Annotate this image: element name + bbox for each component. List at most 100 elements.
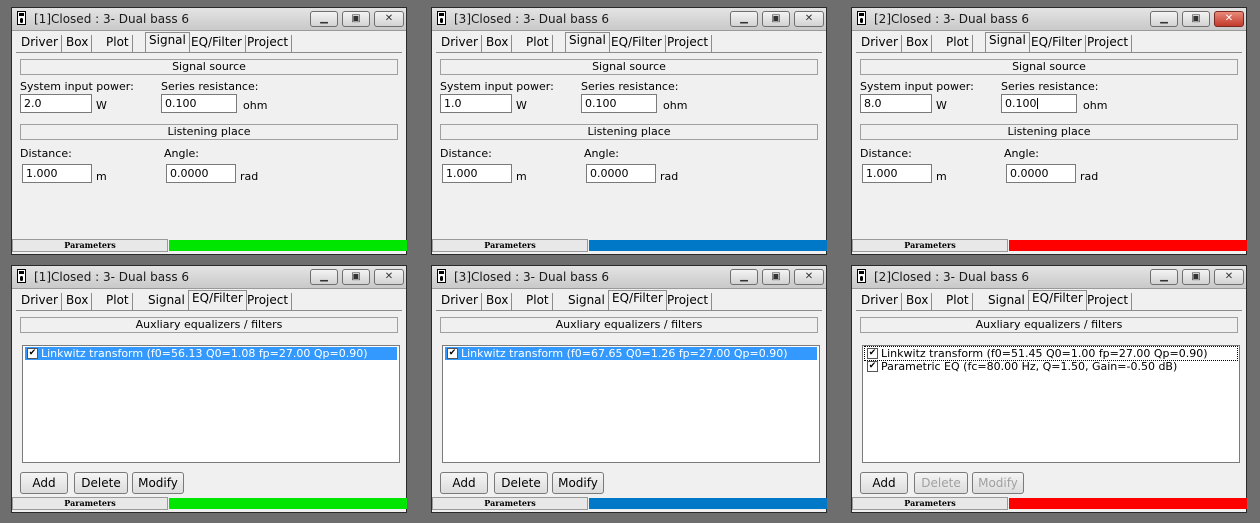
series-resistance-label: Series resistance: — [1001, 80, 1099, 93]
tab-plot[interactable]: Plot — [943, 35, 973, 52]
tab-project[interactable]: Project — [1084, 293, 1133, 310]
add-button[interactable]: Add — [860, 472, 908, 494]
tab-project[interactable]: Project — [1084, 35, 1133, 52]
tab-driver[interactable]: Driver — [18, 35, 62, 52]
distance-input[interactable]: 1.000 — [862, 164, 932, 183]
tab-box[interactable]: Box — [903, 293, 933, 310]
close-button[interactable]: ✕ — [1214, 11, 1244, 27]
parameters-label: Parameters — [432, 497, 588, 510]
tab-signal[interactable]: Signal — [565, 32, 610, 53]
tab-signal[interactable]: Signal — [985, 293, 1029, 310]
tab-signal[interactable]: Signal — [145, 32, 190, 53]
maximize-button[interactable]: ▣ — [1182, 269, 1210, 285]
tab-box[interactable]: Box — [903, 35, 933, 52]
filter-list[interactable]: ✔ Linkwitz transform (f0=67.65 Q0=1.26 f… — [442, 345, 820, 463]
app-icon — [17, 269, 26, 283]
tab-driver[interactable]: Driver — [858, 35, 902, 52]
title-bar[interactable]: [1]Closed : 3- Dual bass 6 ▁ ▣ ✕ — [12, 266, 406, 289]
modify-button[interactable]: Modify — [972, 472, 1024, 494]
minimize-button[interactable]: ▁ — [1150, 269, 1178, 285]
tab-eq-filter[interactable]: EQ/Filter — [608, 35, 666, 52]
tab-driver[interactable]: Driver — [438, 293, 482, 310]
add-button[interactable]: Add — [440, 472, 488, 494]
window-title: [3]Closed : 3- Dual bass 6 — [454, 12, 610, 26]
filter-list[interactable]: ✔ Linkwitz transform (f0=51.45 Q0=1.00 f… — [862, 345, 1240, 463]
angle-input[interactable]: 0.0000 — [1006, 164, 1076, 183]
tab-project[interactable]: Project — [244, 293, 293, 310]
list-item[interactable]: ✔ Linkwitz transform (f0=67.65 Q0=1.26 f… — [445, 347, 817, 360]
delete-button[interactable]: Delete — [914, 472, 968, 494]
tab-plot[interactable]: Plot — [523, 293, 553, 310]
eq-window-1: [1]Closed : 3- Dual bass 6 ▁ ▣ ✕ Driver … — [11, 265, 407, 513]
minimize-button[interactable]: ▁ — [730, 269, 758, 285]
series-resistance-input[interactable]: 0.100 — [581, 94, 657, 113]
series-resistance-input[interactable]: 0.100 — [1001, 94, 1077, 113]
checkbox[interactable]: ✔ — [447, 348, 458, 359]
distance-input[interactable]: 1.000 — [442, 164, 512, 183]
title-bar[interactable]: [2]Closed : 3- Dual bass 6 ▁ ▣ ✕ — [852, 8, 1246, 31]
tab-eq-filter[interactable]: EQ/Filter — [608, 290, 667, 311]
minimize-button[interactable]: ▁ — [1150, 11, 1178, 27]
system-input-power-input[interactable]: 1.0 — [440, 94, 512, 113]
tab-eq-filter[interactable]: EQ/Filter — [188, 35, 246, 52]
tab-eq-filter[interactable]: EQ/Filter — [1028, 35, 1086, 52]
tab-project[interactable]: Project — [664, 35, 713, 52]
tab-driver[interactable]: Driver — [18, 293, 62, 310]
title-bar[interactable]: [3]Closed : 3- Dual bass 6 ▁ ▣ ✕ — [432, 8, 826, 31]
tab-box[interactable]: Box — [483, 293, 513, 310]
minimize-icon: ▁ — [740, 13, 748, 24]
modify-button[interactable]: Modify — [552, 472, 604, 494]
maximize-button[interactable]: ▣ — [342, 11, 370, 27]
title-bar[interactable]: [3]Closed : 3- Dual bass 6 ▁ ▣ ✕ — [432, 266, 826, 289]
tab-box[interactable]: Box — [63, 35, 93, 52]
system-input-power-input[interactable]: 2.0 — [20, 94, 92, 113]
close-button[interactable]: ✕ — [374, 11, 404, 27]
modify-button[interactable]: Modify — [132, 472, 184, 494]
aux-equalizers-header: Auxliary equalizers / filters — [20, 317, 398, 333]
tab-eq-filter[interactable]: EQ/Filter — [1028, 290, 1087, 311]
tab-signal[interactable]: Signal — [565, 293, 609, 310]
tab-driver[interactable]: Driver — [858, 293, 902, 310]
delete-button[interactable]: Delete — [494, 472, 548, 494]
close-button[interactable]: ✕ — [374, 269, 404, 285]
tab-box[interactable]: Box — [483, 35, 513, 52]
status-color-bar — [589, 240, 827, 251]
close-button[interactable]: ✕ — [794, 269, 824, 285]
tab-driver[interactable]: Driver — [438, 35, 482, 52]
tab-signal[interactable]: Signal — [985, 32, 1030, 53]
tab-plot[interactable]: Plot — [103, 293, 133, 310]
tab-plot[interactable]: Plot — [523, 35, 553, 52]
system-input-power-input[interactable]: 8.0 — [860, 94, 932, 113]
angle-input[interactable]: 0.0000 — [166, 164, 236, 183]
maximize-button[interactable]: ▣ — [1182, 11, 1210, 27]
tab-plot[interactable]: Plot — [103, 35, 133, 52]
series-resistance-input[interactable]: 0.100 — [161, 94, 237, 113]
tab-signal[interactable]: Signal — [145, 293, 189, 310]
title-bar[interactable]: [1]Closed : 3- Dual bass 6 ▁ ▣ ✕ — [12, 8, 406, 31]
distance-input[interactable]: 1.000 — [22, 164, 92, 183]
close-button[interactable]: ✕ — [1214, 269, 1244, 285]
list-item[interactable]: ✔ Linkwitz transform (f0=56.13 Q0=1.08 f… — [25, 347, 397, 360]
tab-eq-filter[interactable]: EQ/Filter — [188, 290, 247, 311]
checkbox[interactable]: ✔ — [27, 348, 38, 359]
maximize-button[interactable]: ▣ — [762, 11, 790, 27]
filter-list[interactable]: ✔ Linkwitz transform (f0=56.13 Q0=1.08 f… — [22, 345, 400, 463]
minimize-button[interactable]: ▁ — [310, 11, 338, 27]
maximize-button[interactable]: ▣ — [762, 269, 790, 285]
minimize-button[interactable]: ▁ — [310, 269, 338, 285]
maximize-button[interactable]: ▣ — [342, 269, 370, 285]
list-item[interactable]: ✔ Parametric EQ (fc=80.00 Hz, Q=1.50, Ga… — [865, 360, 1237, 373]
checkbox[interactable]: ✔ — [867, 348, 878, 359]
delete-button[interactable]: Delete — [74, 472, 128, 494]
close-button[interactable]: ✕ — [794, 11, 824, 27]
checkbox[interactable]: ✔ — [867, 361, 878, 372]
add-button[interactable]: Add — [20, 472, 68, 494]
list-item[interactable]: ✔ Linkwitz transform (f0=51.45 Q0=1.00 f… — [864, 346, 1238, 361]
tab-project[interactable]: Project — [664, 293, 713, 310]
tab-plot[interactable]: Plot — [943, 293, 973, 310]
title-bar[interactable]: [2]Closed : 3- Dual bass 6 ▁ ▣ ✕ — [852, 266, 1246, 289]
minimize-button[interactable]: ▁ — [730, 11, 758, 27]
angle-input[interactable]: 0.0000 — [586, 164, 656, 183]
tab-project[interactable]: Project — [244, 35, 293, 52]
tab-box[interactable]: Box — [63, 293, 93, 310]
